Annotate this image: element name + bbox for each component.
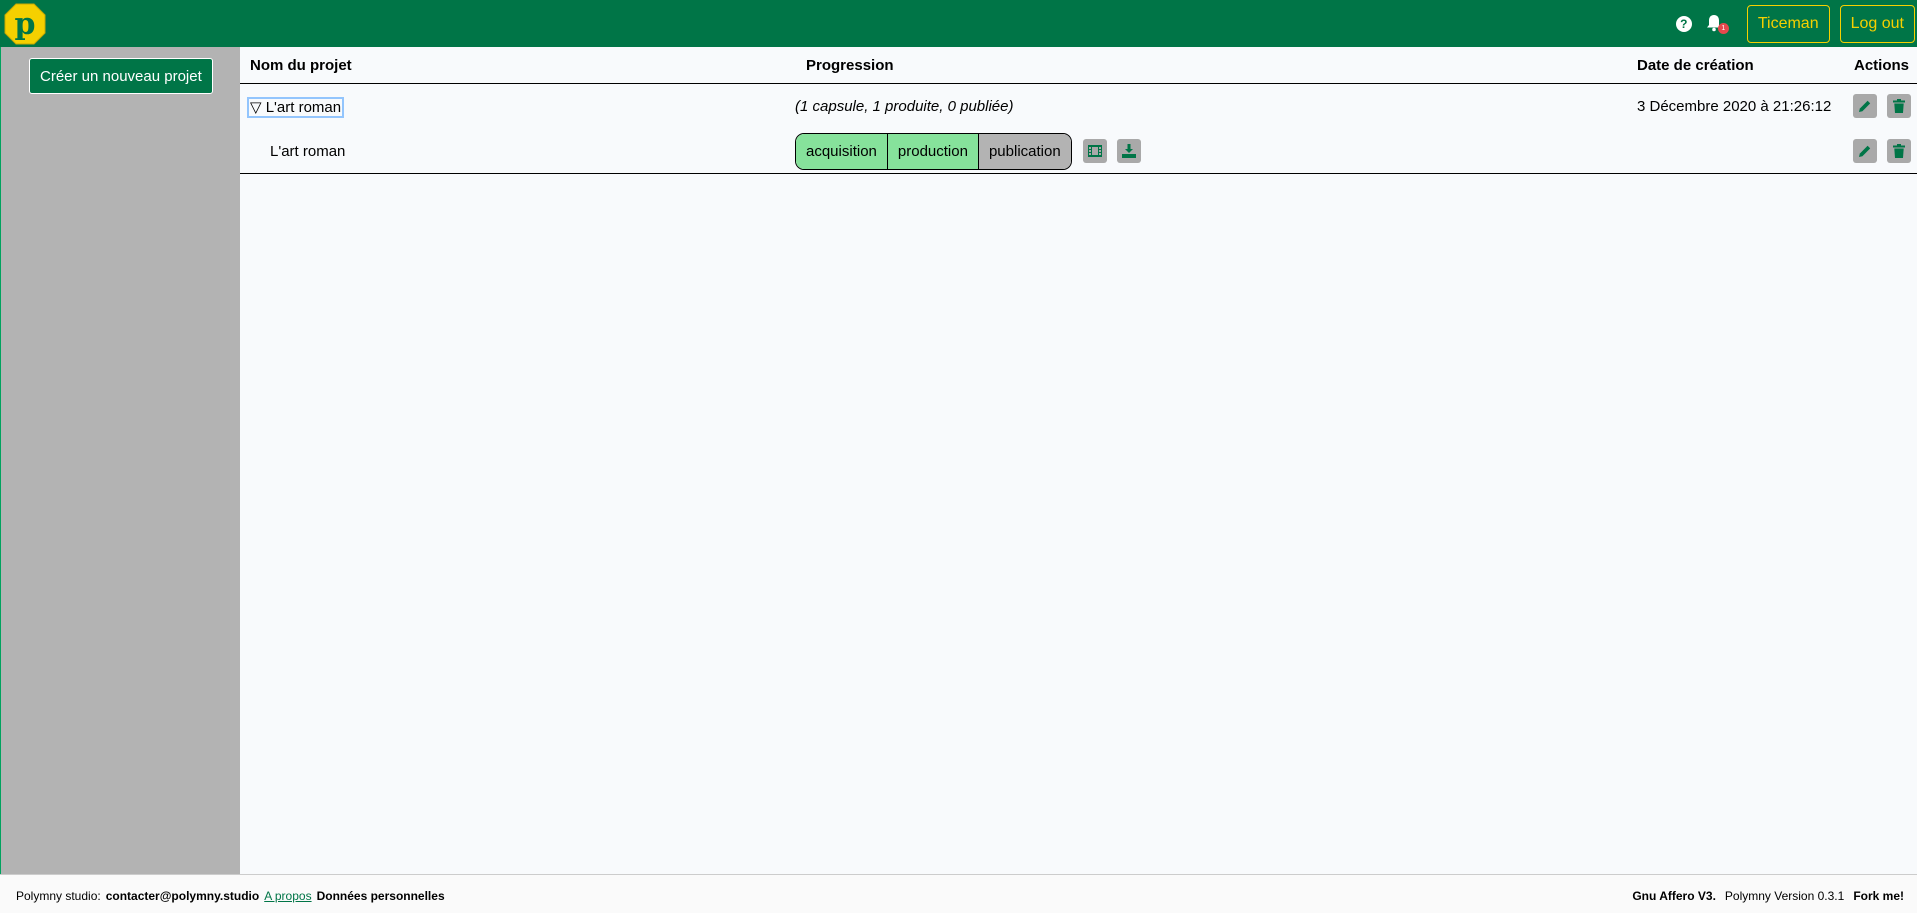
user-button[interactable]: Ticeman bbox=[1746, 4, 1830, 43]
delete-project-button[interactable] bbox=[1887, 94, 1911, 118]
footer-license-link[interactable]: Gnu Affero V3. bbox=[1632, 889, 1716, 903]
delete-capsule-button[interactable] bbox=[1887, 139, 1911, 163]
footer-brand: Polymny studio: bbox=[16, 889, 101, 903]
column-name-header: Nom du projet bbox=[250, 57, 352, 74]
footer-version: Polymny Version 0.3.1 bbox=[1724, 889, 1845, 903]
pencil-icon bbox=[1859, 145, 1871, 157]
help-icon[interactable]: ? bbox=[1675, 15, 1692, 32]
capsule-row: L'art roman acquisition production publi… bbox=[240, 129, 1917, 174]
stage-publication[interactable]: publication bbox=[977, 134, 1071, 169]
capsule-progress-stages: acquisition production publication bbox=[795, 133, 1072, 170]
column-date-header: Date de création bbox=[1637, 57, 1754, 74]
table-header: Nom du projet Progression Date de créati… bbox=[240, 47, 1917, 84]
logout-button[interactable]: Log out bbox=[1839, 4, 1915, 43]
stage-acquisition[interactable]: acquisition bbox=[796, 134, 887, 169]
project-toggle[interactable]: ▽ L'art roman bbox=[247, 97, 345, 118]
project-date: 3 Décembre 2020 à 21:26:12 bbox=[1637, 98, 1832, 115]
sidebar: Créer un nouveau projet bbox=[0, 47, 240, 874]
polymny-logo[interactable]: p bbox=[4, 3, 46, 45]
trash-icon bbox=[1893, 144, 1905, 158]
project-summary: (1 capsule, 1 produite, 0 publiée) bbox=[795, 98, 1014, 115]
notification-badge: 1 bbox=[1717, 22, 1729, 34]
logo-letter: p bbox=[15, 7, 36, 42]
edit-project-button[interactable] bbox=[1853, 94, 1877, 118]
project-row: ▽ L'art roman (1 capsule, 1 produite, 0 … bbox=[240, 84, 1917, 129]
capsule-name[interactable]: L'art roman bbox=[270, 143, 345, 160]
projects-table: Nom du projet Progression Date de créati… bbox=[240, 47, 1917, 874]
top-bar: p ? 1 Ticeman Log out bbox=[0, 0, 1917, 47]
footer-about-link[interactable]: A propos bbox=[264, 889, 311, 903]
notifications-button[interactable]: 1 bbox=[1706, 14, 1729, 34]
edit-capsule-button[interactable] bbox=[1853, 139, 1877, 163]
footer: Polymny studio: contacter@polymny.studio… bbox=[0, 874, 1917, 913]
download-button[interactable] bbox=[1117, 139, 1141, 163]
watch-video-button[interactable] bbox=[1083, 139, 1107, 163]
column-progress-header: Progression bbox=[806, 57, 894, 74]
footer-email-link[interactable]: contacter@polymny.studio bbox=[106, 889, 260, 903]
column-actions-header: Actions bbox=[1854, 57, 1910, 74]
trash-icon bbox=[1893, 99, 1905, 113]
film-icon bbox=[1088, 145, 1102, 157]
footer-privacy-link[interactable]: Données personnelles bbox=[317, 889, 445, 903]
download-icon bbox=[1122, 144, 1136, 158]
footer-fork-link[interactable]: Fork me! bbox=[1853, 889, 1904, 903]
new-project-button[interactable]: Créer un nouveau projet bbox=[29, 58, 213, 94]
stage-production[interactable]: production bbox=[886, 134, 978, 169]
pencil-icon bbox=[1859, 100, 1871, 112]
